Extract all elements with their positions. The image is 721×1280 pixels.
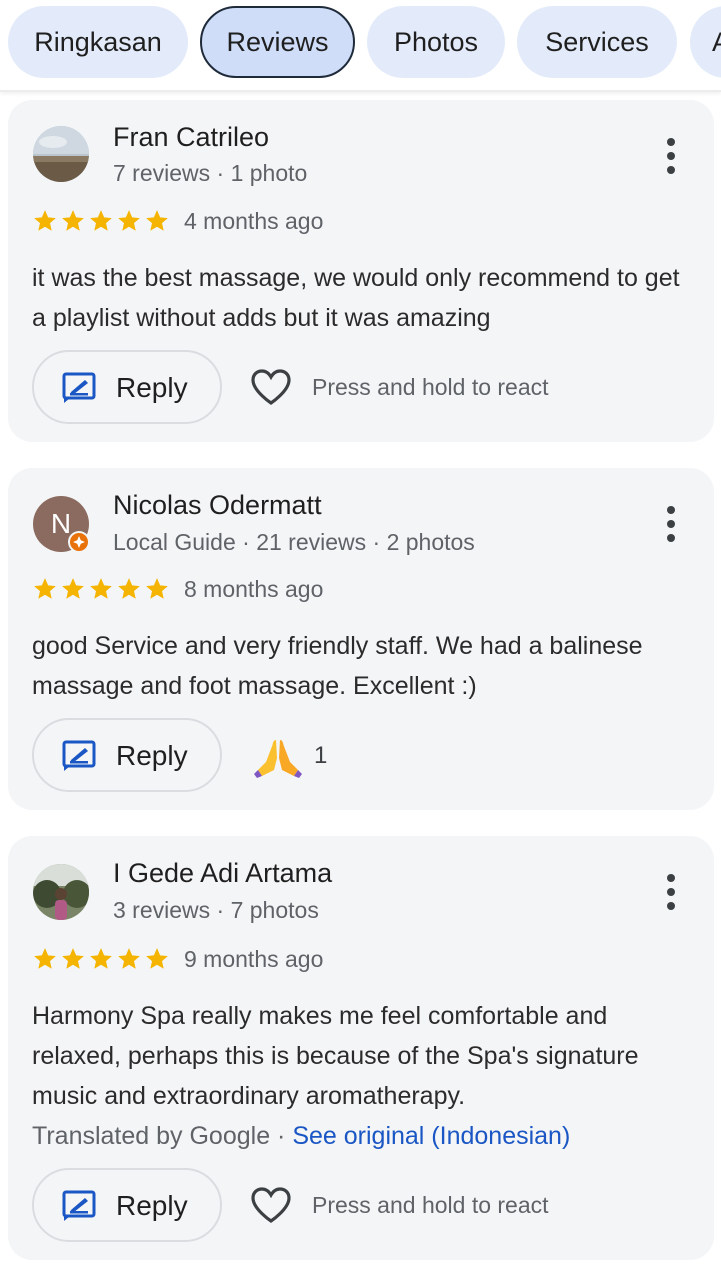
star-icon <box>34 578 56 599</box>
tab-ringkasan[interactable]: Ringkasan <box>8 6 188 78</box>
react-hint: Press and hold to react <box>312 1192 549 1218</box>
reply-button[interactable]: Reply <box>32 718 222 792</box>
heart-icon[interactable] <box>250 368 292 406</box>
reply-icon <box>62 740 96 771</box>
star-rating <box>32 576 170 602</box>
star-icon <box>62 948 84 969</box>
review-text: Harmony Spa really makes me feel comfort… <box>32 1002 639 1110</box>
reply-label: Reply <box>116 372 188 403</box>
star-icon <box>118 210 140 231</box>
review-date: 9 months ago <box>184 946 324 972</box>
avatar[interactable]: N <box>33 496 90 553</box>
review-card: N Nicolas Odermatt Local Guide · 21 revi… <box>8 468 714 810</box>
star-rating <box>32 208 170 234</box>
star-icon <box>146 948 168 969</box>
reply-button[interactable]: Reply <box>32 350 222 424</box>
avatar[interactable] <box>33 864 89 920</box>
translated-by-label: Translated by Google · <box>32 1122 293 1150</box>
star-icon <box>62 578 84 599</box>
folded-hands-emoji-icon[interactable] <box>254 736 302 778</box>
star-icon <box>146 210 168 231</box>
reviewer-name[interactable]: I Gede Adi Artama <box>113 858 332 889</box>
tab-photos[interactable]: Photos <box>367 6 505 78</box>
star-icon <box>34 210 56 231</box>
star-icon <box>62 210 84 231</box>
review-date: 8 months ago <box>184 576 324 602</box>
star-icon <box>34 948 56 969</box>
photo-avatar-icon <box>33 864 89 920</box>
reviewer-meta: 7 reviews · 1 photo <box>113 160 308 186</box>
review-text: good Service and very friendly staff. We… <box>32 632 643 700</box>
tab-more[interactable]: A <box>690 6 721 78</box>
reply-icon <box>62 1190 96 1221</box>
reply-button[interactable]: Reply <box>32 1168 222 1242</box>
star-icon <box>90 210 112 231</box>
more-options-icon[interactable] <box>666 138 676 174</box>
tab-services[interactable]: Services <box>517 6 677 78</box>
more-options-icon[interactable] <box>666 874 676 910</box>
review-card: I Gede Adi Artama 3 reviews · 7 photos 9… <box>8 836 714 1260</box>
review-card: Fran Catrileo 7 reviews · 1 photo 4 mont… <box>8 100 714 442</box>
star-icon <box>118 948 140 969</box>
star-rating <box>32 946 170 972</box>
heart-icon[interactable] <box>250 1186 292 1224</box>
more-options-icon[interactable] <box>666 506 676 542</box>
star-icon <box>118 578 140 599</box>
translation-note: Translated by Google · See original (Ind… <box>32 1122 570 1151</box>
tab-bar: Ringkasan Reviews Photos Services A <box>0 0 721 92</box>
reply-label: Reply <box>116 740 188 771</box>
star-icon <box>90 578 112 599</box>
local-guide-badge-icon <box>68 531 90 553</box>
review-text: it was the best massage, we would only r… <box>32 264 680 332</box>
see-original-link[interactable]: See original (Indonesian) <box>292 1122 570 1150</box>
star-icon <box>146 578 168 599</box>
star-icon <box>90 948 112 969</box>
reply-icon <box>62 372 96 403</box>
reviewer-name[interactable]: Nicolas Odermatt <box>113 490 322 521</box>
review-date: 4 months ago <box>184 208 324 234</box>
photo-avatar-icon <box>33 126 89 182</box>
react-hint: Press and hold to react <box>312 374 549 400</box>
reviewer-meta: 3 reviews · 7 photos <box>113 897 319 923</box>
reviewer-name[interactable]: Fran Catrileo <box>113 122 269 153</box>
reviewer-meta: Local Guide · 21 reviews · 2 photos <box>113 529 475 555</box>
tab-reviews[interactable]: Reviews <box>200 6 355 78</box>
reaction-count: 1 <box>314 742 328 769</box>
reply-label: Reply <box>116 1190 188 1221</box>
avatar[interactable] <box>33 126 89 182</box>
